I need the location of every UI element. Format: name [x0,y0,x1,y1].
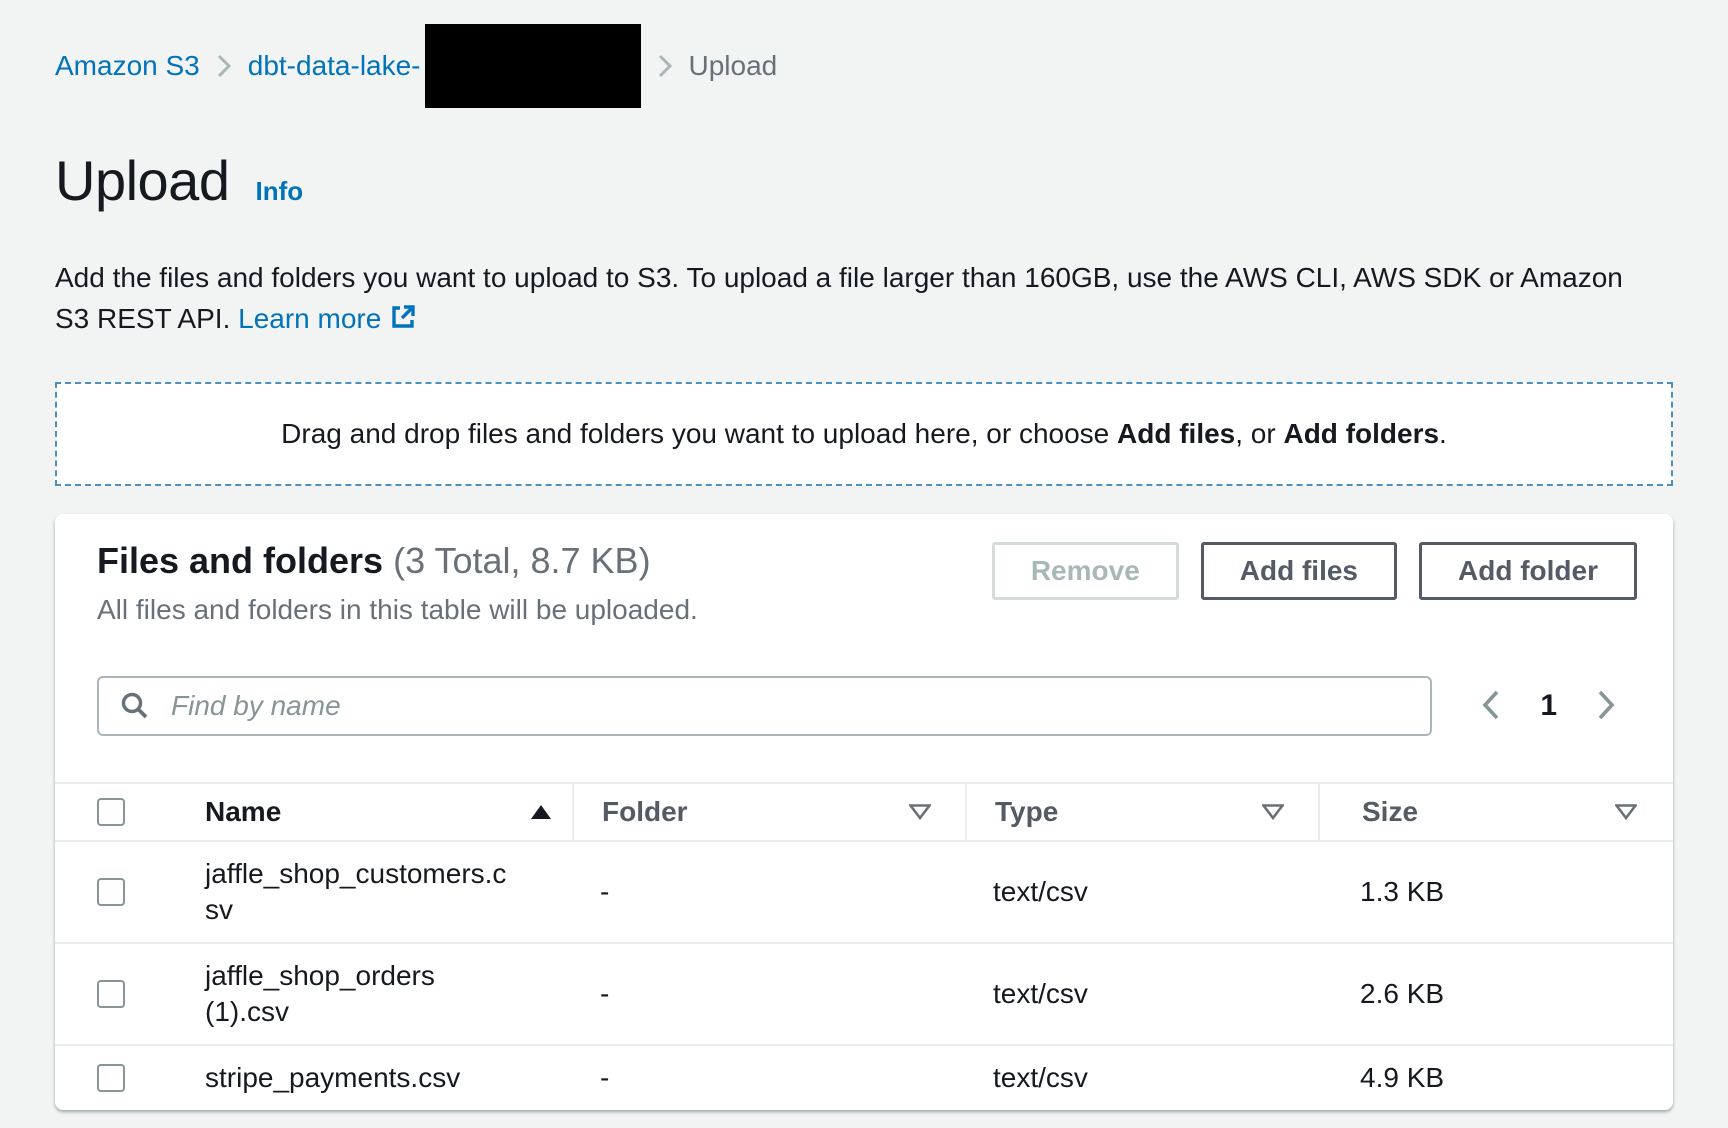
chevron-right-icon [216,52,232,80]
file-type: text/csv [965,1048,1318,1108]
files-table: Name Folder Type Size [55,782,1673,1110]
chevron-right-icon [657,52,673,80]
file-type: text/csv [965,964,1318,1024]
sort-ascending-icon [530,804,552,820]
sortable-icon [1262,804,1284,820]
search-row: 1 [55,676,1673,736]
row-select-cell [55,842,154,942]
panel-actions: Remove Add files Add folder [992,542,1637,600]
select-all-checkbox[interactable] [97,798,125,826]
file-folder: - [572,1048,965,1108]
files-panel-caption: All files and folders in this table will… [97,594,698,626]
files-panel-titles: Files and folders (3 Total, 8.7 KB) All … [97,540,698,626]
row-checkbox[interactable] [97,980,125,1008]
file-name: jaffle_shop_customers.csv [154,842,513,942]
pagination: 1 [1460,680,1637,733]
column-header-size[interactable]: Size [1318,784,1673,840]
files-panel: Files and folders (3 Total, 8.7 KB) All … [55,514,1673,1110]
column-header-folder[interactable]: Folder [572,784,965,840]
table-row: jaffle_shop_orders (1).csv - text/csv 2.… [55,944,1673,1046]
column-header-name[interactable]: Name [154,784,572,840]
next-page-button[interactable] [1575,680,1637,733]
row-checkbox[interactable] [97,878,125,906]
info-link[interactable]: Info [255,176,303,207]
file-size: 4.9 KB [1318,1048,1673,1108]
add-files-button[interactable]: Add files [1201,542,1397,600]
add-folder-button[interactable]: Add folder [1419,542,1637,600]
previous-page-button[interactable] [1460,680,1522,733]
select-all-cell [55,784,154,840]
sortable-icon [1615,804,1637,820]
chevron-left-icon [1480,688,1502,725]
search-wrap [97,676,1432,736]
remove-button[interactable]: Remove [992,542,1179,600]
redaction-box [425,24,641,108]
table-row: jaffle_shop_customers.csv - text/csv 1.3… [55,842,1673,944]
page-title: Upload [55,148,229,213]
file-size: 1.3 KB [1318,862,1673,922]
drag-drop-zone[interactable]: Drag and drop files and folders you want… [55,382,1673,486]
dropzone-text: Drag and drop files and folders you want… [281,418,1447,450]
learn-more-link[interactable]: Learn more [238,303,417,334]
files-panel-header: Files and folders (3 Total, 8.7 KB) All … [55,514,1673,626]
file-size: 2.6 KB [1318,964,1673,1024]
breadcrumb-upload: Upload [689,50,778,82]
file-folder: - [572,964,965,1024]
row-checkbox[interactable] [97,1064,125,1092]
page-header: Upload Info [55,148,1728,213]
files-counter: (3 Total, 8.7 KB) [393,540,650,581]
search-input[interactable] [97,676,1432,736]
row-select-cell [55,944,154,1044]
breadcrumb-bucket-name[interactable]: dbt-data-lake- [248,50,421,82]
external-link-icon [389,301,417,342]
page-description: Add the files and folders you want to up… [55,257,1647,342]
file-folder: - [572,862,965,922]
column-header-type[interactable]: Type [965,784,1318,840]
chevron-right-icon [1595,688,1617,725]
search-icon [119,690,151,727]
table-row: stripe_payments.csv - text/csv 4.9 KB [55,1046,1673,1110]
table-header-row: Name Folder Type Size [55,782,1673,842]
file-name: jaffle_shop_orders (1).csv [154,944,513,1044]
breadcrumb: Amazon S3 dbt-data-lake- Upload [0,0,1728,108]
files-panel-title: Files and folders (3 Total, 8.7 KB) [97,540,698,582]
page-number-1[interactable]: 1 [1522,689,1575,723]
breadcrumb-amazon-s3[interactable]: Amazon S3 [55,50,200,82]
file-name: stripe_payments.csv [154,1046,513,1110]
sortable-icon [909,804,931,820]
file-type: text/csv [965,862,1318,922]
row-select-cell [55,1046,154,1110]
